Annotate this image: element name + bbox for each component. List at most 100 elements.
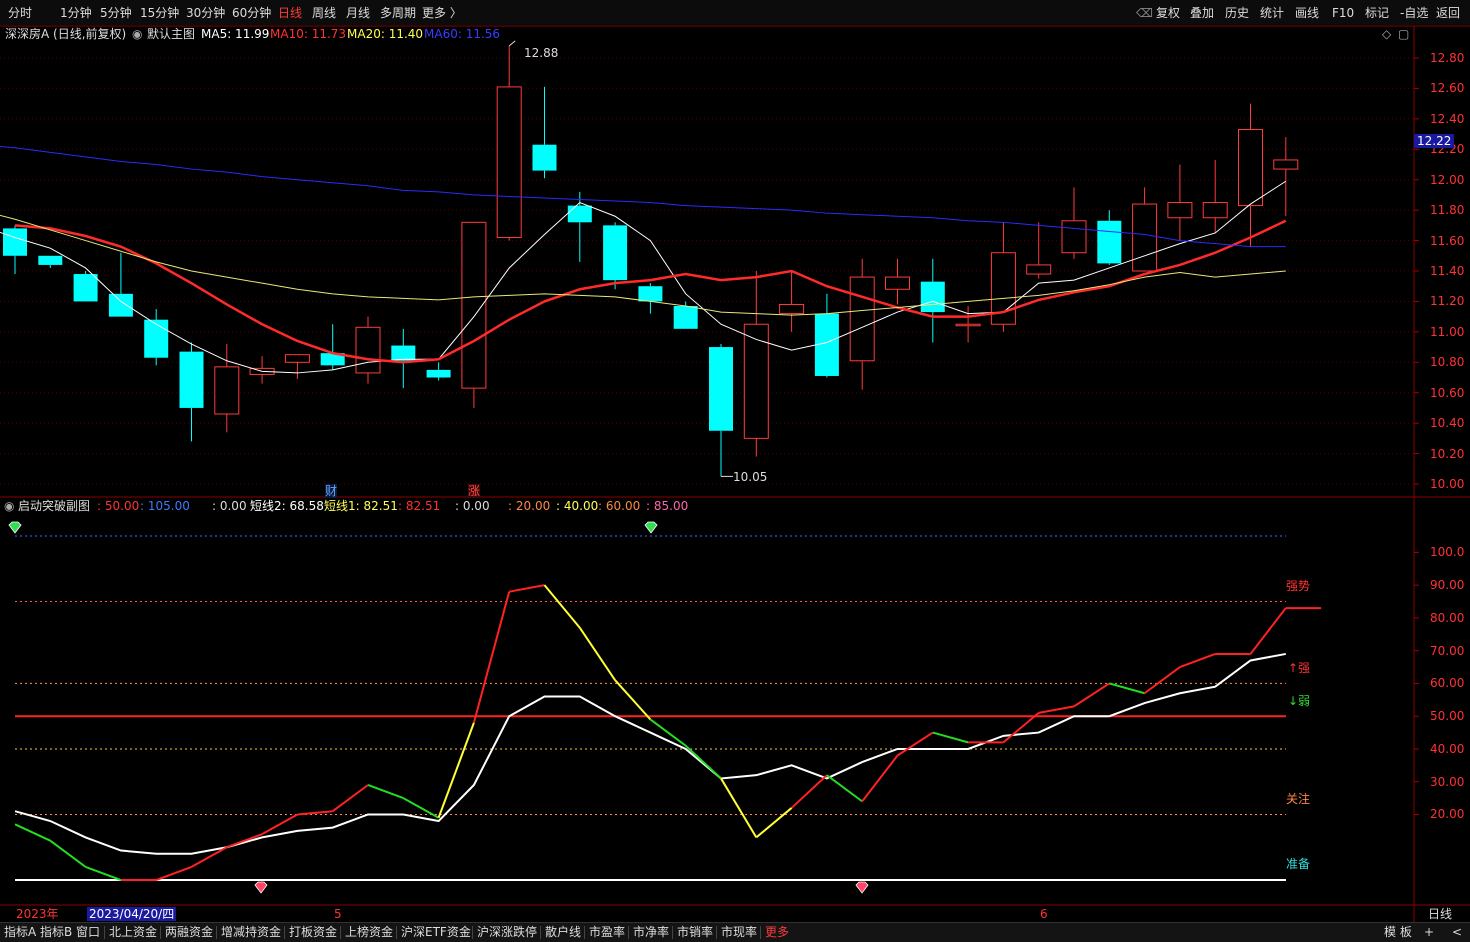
price-axis-label: 11.80: [1430, 203, 1465, 218]
divider: [628, 926, 629, 939]
zone-down-label: ↓弱: [1288, 694, 1311, 708]
candle-body: [355, 326, 381, 374]
indicator-axis-label: 70.00: [1430, 643, 1465, 658]
subchart-title: 启动突破副图: [18, 499, 91, 513]
divider: [472, 926, 473, 939]
tab-limitup-funds[interactable]: 打板资金: [289, 925, 337, 940]
candle-body: [1273, 159, 1299, 170]
short1-segment: [1179, 653, 1216, 668]
add-button[interactable]: +: [1424, 925, 1434, 940]
short1-segment: [1109, 682, 1145, 695]
current-price-tag: 12.22: [1414, 134, 1455, 148]
price-axis-label: 10.40: [1430, 416, 1465, 431]
indicator-tab-bar: 指标A 指标B 窗口 北上资金 两融资金 增减持资金 打板资金 上榜资金 沪深E…: [0, 922, 1470, 942]
price-axis-label: 11.20: [1430, 294, 1465, 309]
divider: [216, 926, 217, 939]
indicator-axis-label: 50.00: [1430, 709, 1465, 724]
candle-body: [743, 323, 769, 439]
candle-body: [849, 276, 875, 362]
candle-body: [179, 351, 204, 408]
candle-body: [284, 354, 310, 363]
candle-body: [214, 366, 240, 415]
tab-limit-updown[interactable]: 沪深涨跌停: [477, 925, 537, 940]
subchart-dropdown-icon[interactable]: ◉: [4, 499, 14, 513]
short1-segment: [614, 679, 652, 721]
short1-segment: [790, 774, 828, 809]
candle-body: [426, 369, 451, 378]
short1-segment: [332, 784, 369, 813]
tab-indicator-b[interactable]: 指标B: [40, 925, 72, 940]
limit-up-marker[interactable]: 涨: [468, 484, 481, 498]
short1-label: 短线1: 82.51: [324, 499, 398, 513]
tab-retail-line[interactable]: 散户线: [545, 925, 581, 940]
short1-segment: [226, 833, 263, 849]
lvl40-label: : 40.00: [556, 499, 599, 513]
divider: [540, 926, 541, 939]
tab-window[interactable]: 窗口: [76, 925, 100, 940]
price-axis-label: 12.60: [1430, 81, 1465, 96]
candle-body: [38, 255, 63, 265]
high-pointer: [508, 40, 516, 47]
short1-segment: [1038, 705, 1075, 714]
tab-margin[interactable]: 两融资金: [165, 925, 213, 940]
tab-billboard-funds[interactable]: 上榜资金: [345, 925, 393, 940]
tab-pb-ratio[interactable]: 市净率: [633, 925, 669, 940]
low-price-label: 10.05: [733, 470, 768, 484]
candle-body: [1097, 220, 1122, 264]
short1-segment: [1073, 682, 1110, 708]
tab-more[interactable]: 更多: [765, 925, 789, 940]
tab-holdings-change[interactable]: 增减持资金: [221, 925, 281, 940]
high-price-label: 12.88: [524, 46, 559, 60]
sub-val0: : 0.00: [212, 499, 247, 513]
divider: [584, 926, 585, 939]
sub-val0b: : 0.00: [455, 499, 490, 513]
sell-signal-gem-icon: [254, 881, 268, 894]
indicator-axis-label: 80.00: [1430, 610, 1465, 625]
sell-signal-gem-icon: [855, 881, 869, 894]
divider: [396, 926, 397, 939]
short1-segment: [755, 807, 793, 839]
indicator-axis-label: 30.00: [1430, 774, 1465, 789]
finance-marker[interactable]: 财: [325, 484, 338, 498]
candle-body: [673, 305, 698, 329]
short1-segment: [932, 731, 969, 744]
divider: [104, 926, 105, 939]
candle-body: [709, 347, 733, 431]
tab-indicator-a[interactable]: 指标A: [4, 925, 36, 940]
tab-ps-ratio[interactable]: 市销率: [677, 925, 713, 940]
candle-body: [1061, 220, 1087, 254]
zone-strong-label: 强势: [1286, 579, 1311, 593]
short1-segment: [578, 627, 616, 681]
short1-segment: [1249, 607, 1287, 655]
collapse-button[interactable]: <: [1452, 925, 1462, 940]
short1-segment: [720, 777, 758, 838]
timeline-month-6: 6: [1040, 907, 1048, 921]
ma-line: [0, 145, 1286, 248]
indicator-axis-label: 100.0: [1430, 545, 1465, 560]
tab-northbound[interactable]: 北上资金: [109, 925, 157, 940]
zone-watch-label: 关注: [1286, 792, 1311, 806]
price-axis-label: 12.40: [1430, 111, 1465, 126]
candle-body: [955, 323, 981, 327]
tab-etf-funds[interactable]: 沪深ETF资金: [401, 925, 471, 940]
candle-body: [108, 293, 133, 317]
candle-body: [3, 228, 27, 256]
lvl85-label: : 85.00: [646, 499, 689, 513]
buy-signal-gem-icon: [8, 521, 22, 534]
template-button[interactable]: 模 板: [1384, 925, 1412, 940]
timeline-month-5: 5: [334, 907, 342, 921]
indicator-axis-label: 20.00: [1430, 807, 1465, 822]
candle-body: [638, 286, 663, 302]
short1-segment: [1002, 712, 1040, 744]
zone-ready-label: 准备: [1286, 857, 1311, 871]
tab-pe-ratio[interactable]: 市盈率: [589, 925, 625, 940]
short1-segment: [155, 865, 192, 881]
indicator-axis-label: 90.00: [1430, 578, 1465, 593]
candle-body: [885, 276, 910, 290]
short1-segment: [49, 839, 87, 868]
tab-pcf-ratio[interactable]: 市现率: [721, 925, 757, 940]
sub-level-b: : 105.00: [140, 499, 190, 513]
short1-segment: [1144, 666, 1181, 695]
short1-segment: [472, 591, 511, 724]
price-axis-label: 11.60: [1430, 233, 1465, 248]
